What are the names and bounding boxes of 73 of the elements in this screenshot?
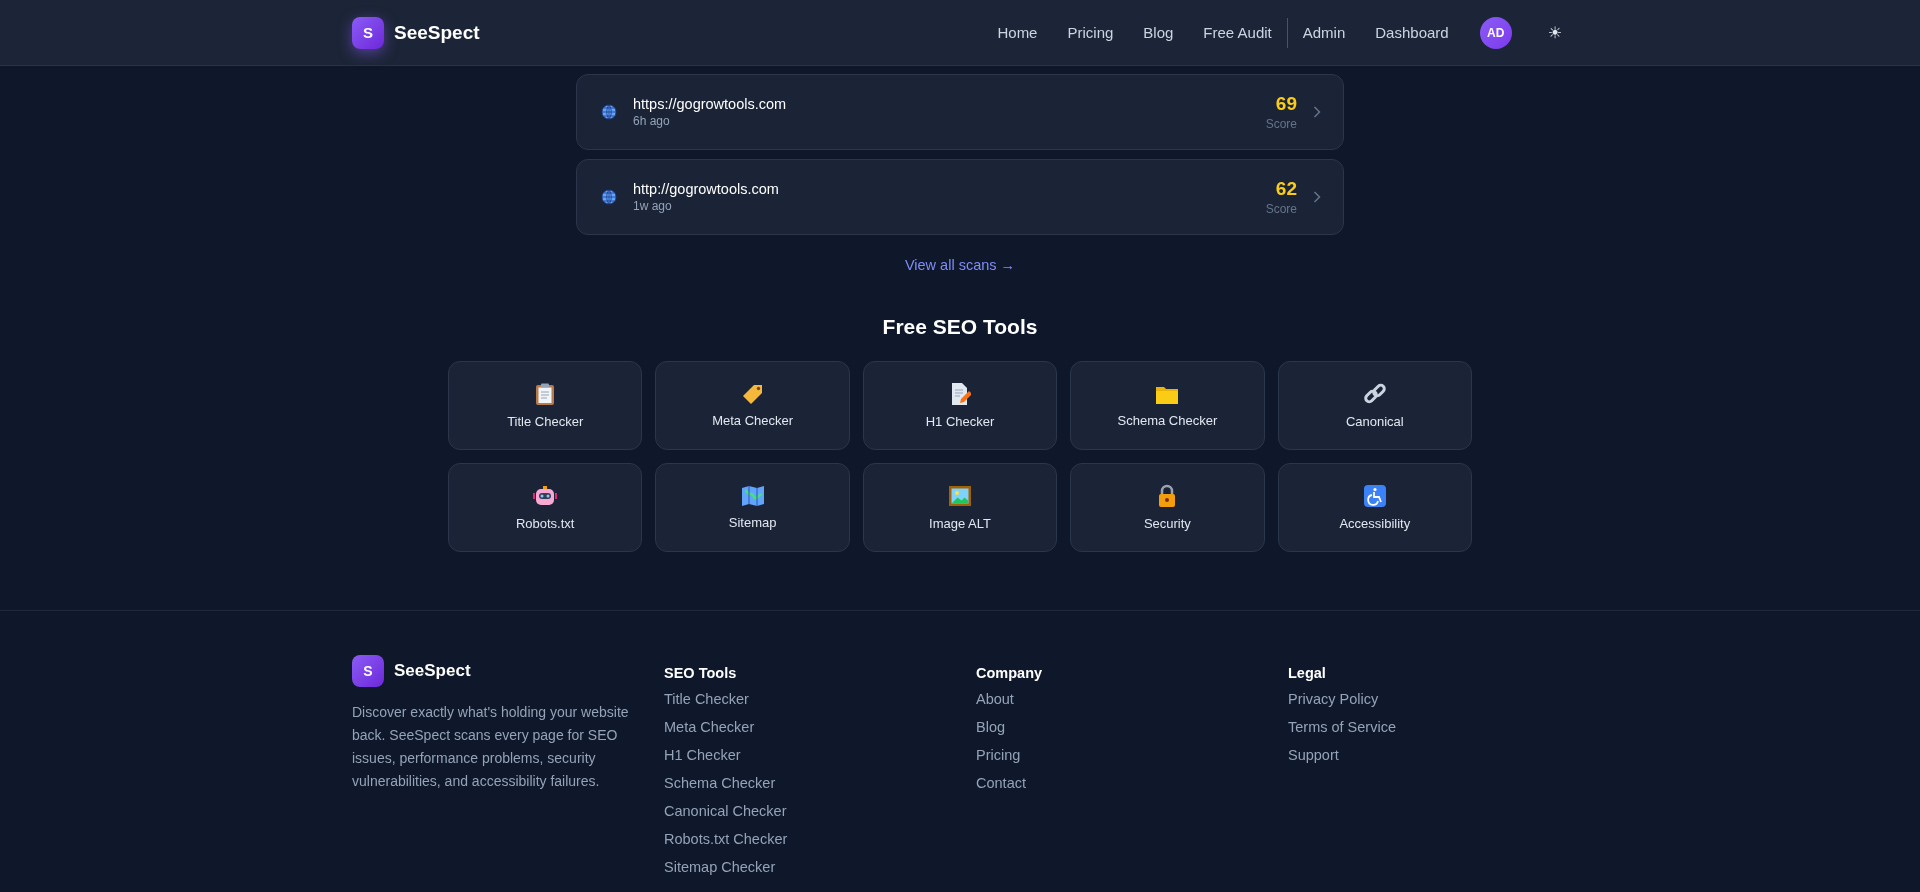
footer-link[interactable]: About <box>976 691 1014 707</box>
footer-link[interactable]: Pricing <box>976 747 1021 763</box>
tool-card[interactable]: Image ALT <box>862 463 1058 552</box>
footer-link[interactable]: Blog <box>976 719 1006 735</box>
robot-icon <box>533 484 558 508</box>
wheelchair-icon <box>1362 484 1387 508</box>
nav-link[interactable]: Free Audit <box>1188 24 1287 41</box>
footer-link[interactable]: Canonical Checker <box>664 803 787 819</box>
footer-link[interactable]: Schema Checker <box>664 775 776 791</box>
footer-link[interactable]: Terms of Service <box>1288 719 1396 735</box>
footer-link[interactable]: Contact <box>976 775 1026 791</box>
nav-link[interactable]: Blog <box>1128 24 1189 41</box>
framed-picture-icon <box>948 484 972 508</box>
theme-toggle[interactable]: ☀ <box>1541 23 1568 42</box>
tool-label: Canonical <box>1345 414 1404 429</box>
nav-link[interactable]: Pricing <box>1052 24 1129 41</box>
footer-heading: SEO Tools <box>664 665 738 681</box>
view-all-scans-link[interactable]: View all scans → <box>904 257 1016 273</box>
logo-icon[interactable]: S <box>352 655 384 687</box>
brand-name[interactable]: SeeSpect <box>394 661 471 681</box>
scan-card[interactable]: https://gogrowtools.com 6h ago 69 Score <box>576 74 1344 150</box>
footer-link[interactable]: Sitemap Checker <box>664 859 776 875</box>
nav-link[interactable]: Admin <box>1287 24 1361 41</box>
brand-name[interactable]: SeeSpect <box>394 21 480 44</box>
scan-card[interactable]: http://gogrowtools.com 1w ago 62 Score <box>576 159 1344 235</box>
tool-card[interactable]: Security <box>1070 463 1265 552</box>
globe-icon <box>601 189 617 205</box>
tool-card[interactable]: Meta Checker <box>655 361 850 450</box>
chevron-right-icon <box>1313 106 1321 118</box>
tool-card[interactable]: Sitemap <box>655 463 850 552</box>
map-icon <box>740 485 765 507</box>
scan-time: 1w ago <box>633 199 673 213</box>
tool-card[interactable]: Robots.txt <box>448 463 643 552</box>
tool-label: Image ALT <box>929 516 991 531</box>
footer-description: Discover exactly what's holding your website back. SeeSpect scans every page for SEO issues, performance problems, security vulnerabilities, and accessibility failures. <box>352 703 630 791</box>
tool-card[interactable]: Canonical <box>1277 361 1472 450</box>
scan-time: 6h ago <box>633 114 671 128</box>
score-value: 69 <box>1275 93 1297 115</box>
clipboard-icon <box>534 382 557 406</box>
footer-heading: Company <box>976 665 1044 681</box>
footer-heading: Legal <box>1288 665 1327 681</box>
tool-label: Title Checker <box>507 414 584 429</box>
nav-link[interactable]: Home <box>982 24 1053 41</box>
score-label: Score <box>1265 202 1297 216</box>
footer-link[interactable]: Robots.txt Checker <box>664 831 788 847</box>
tool-label: Accessibility <box>1339 516 1411 531</box>
footer-link[interactable]: Privacy Policy <box>1288 691 1379 707</box>
tool-label: Meta Checker <box>712 413 794 428</box>
footer-link[interactable]: Support <box>1288 747 1339 763</box>
tool-label: Robots.txt <box>515 516 575 531</box>
link-icon <box>1362 382 1387 406</box>
score-value: 62 <box>1275 178 1297 200</box>
user-avatar[interactable]: AD <box>1479 16 1512 49</box>
tool-card[interactable]: Schema Checker <box>1070 361 1265 450</box>
score-label: Score <box>1265 117 1297 131</box>
scan-url: https://gogrowtools.com <box>633 96 787 112</box>
tool-card[interactable]: Accessibility <box>1277 463 1472 552</box>
chevron-right-icon <box>1313 191 1321 203</box>
scan-url: http://gogrowtools.com <box>633 181 779 197</box>
footer-link[interactable]: Meta Checker <box>664 719 755 735</box>
tool-card[interactable]: H1 Checker <box>862 361 1058 450</box>
section-title: Free SEO Tools <box>882 315 1038 339</box>
logo-icon[interactable]: S <box>352 16 384 49</box>
nav-link[interactable]: Dashboard <box>1360 24 1464 41</box>
tool-label: Security <box>1143 516 1191 531</box>
tool-label: H1 Checker <box>925 414 995 429</box>
tool-label: Schema Checker <box>1117 413 1218 428</box>
footer-link[interactable]: H1 Checker <box>664 747 741 763</box>
globe-icon <box>601 104 617 120</box>
tool-label: Sitemap <box>728 515 777 530</box>
tool-card[interactable]: Title Checker <box>448 361 643 450</box>
footer-link[interactable]: Title Checker <box>664 691 749 707</box>
document-pencil-icon <box>949 382 971 406</box>
